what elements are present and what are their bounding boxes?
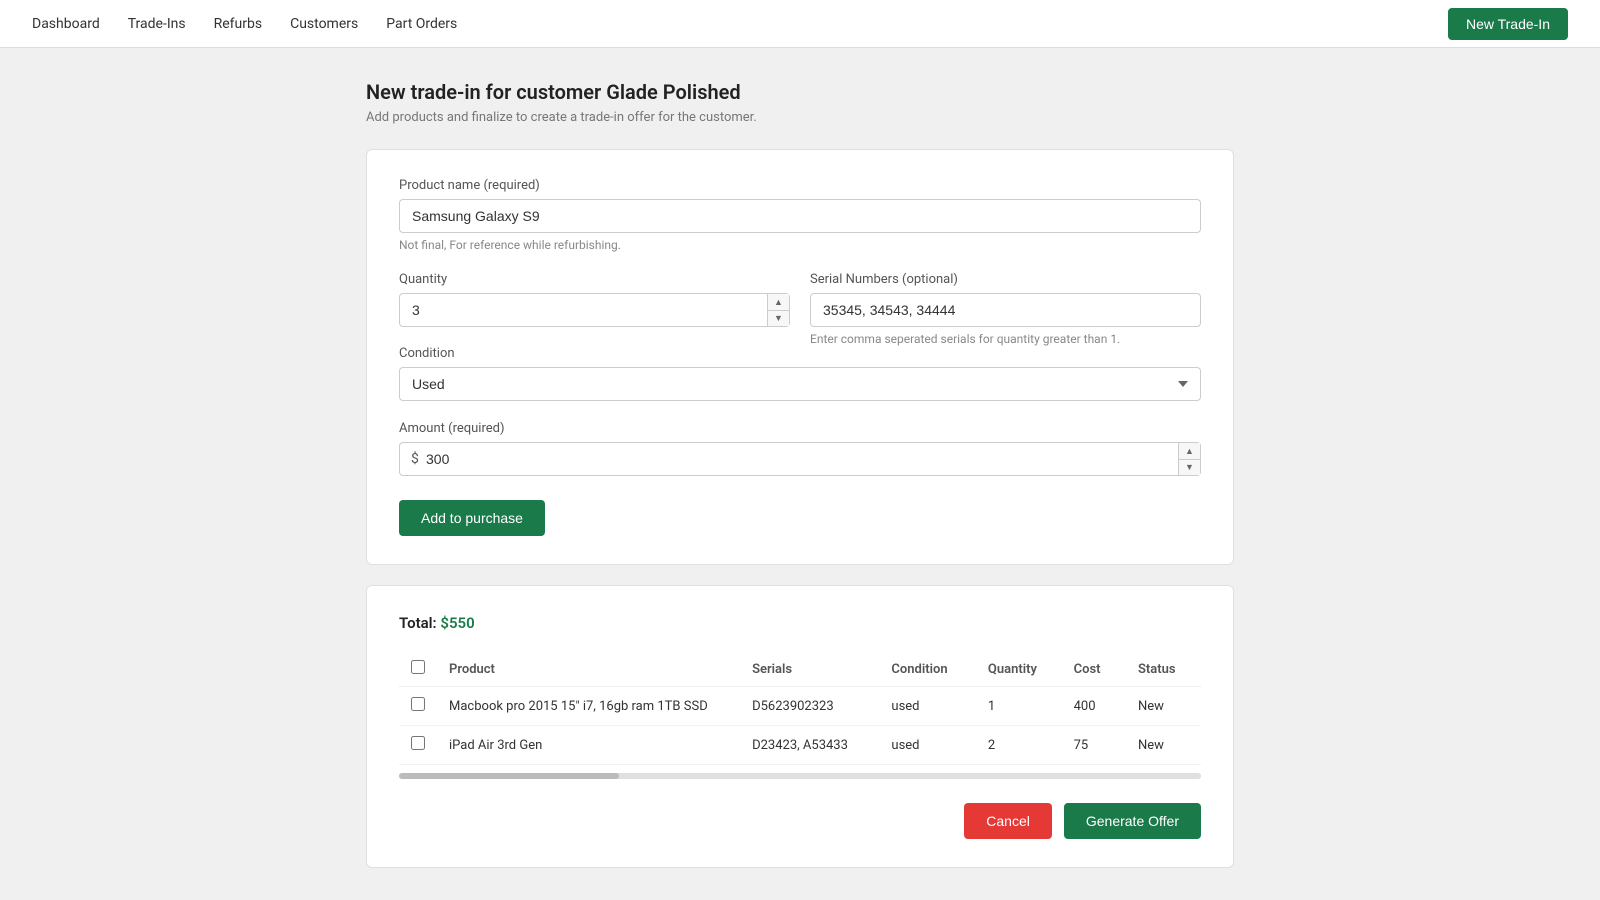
row-quantity-1: 2 [976,726,1062,765]
nav-part-orders[interactable]: Part Orders [386,16,457,32]
serial-group: Serial Numbers (optional) Enter comma se… [810,272,1201,346]
col-status-header: Status [1126,652,1201,687]
scroll-thumb [399,773,619,779]
row-product-1: iPad Air 3rd Gen [437,726,740,765]
quantity-label: Quantity [399,272,790,287]
amount-input[interactable] [399,442,1201,476]
total-text: Total: [399,614,437,632]
amount-label: Amount (required) [399,421,1201,436]
quantity-increment[interactable]: ▲ [768,294,789,311]
product-name-input[interactable] [399,199,1201,233]
col-quantity-header: Quantity [976,652,1062,687]
nav-customers[interactable]: Customers [290,16,358,32]
col-serials-header: Serials [740,652,879,687]
table-header: Product Serials Condition Quantity Cost … [399,652,1201,687]
row-condition-0: used [879,687,975,726]
row-checkbox-cell [399,687,437,726]
row-checkbox-1[interactable] [411,736,425,750]
items-table: Product Serials Condition Quantity Cost … [399,652,1201,765]
row-product-0: Macbook pro 2015 15" i7, 16gb ram 1TB SS… [437,687,740,726]
amount-decrement[interactable]: ▼ [1179,460,1200,476]
nav-dashboard[interactable]: Dashboard [32,16,100,32]
scroll-bar[interactable] [399,773,1201,779]
col-product-header: Product [437,652,740,687]
table-row: iPad Air 3rd Gen D23423, A53433 used 2 7… [399,726,1201,765]
table-body: Macbook pro 2015 15" i7, 16gb ram 1TB SS… [399,687,1201,765]
nav-trade-ins[interactable]: Trade-Ins [128,16,186,32]
header-checkbox-cell [399,652,437,687]
amount-prefix: $ [411,451,419,467]
row-serials-0: D5623902323 [740,687,879,726]
col-cost-header: Cost [1062,652,1126,687]
generate-offer-button[interactable]: Generate Offer [1064,803,1201,839]
row-cost-1: 75 [1062,726,1126,765]
amount-spinners: ▲ ▼ [1178,443,1200,475]
card-footer: Cancel Generate Offer [399,791,1201,839]
navbar: Dashboard Trade-Ins Refurbs Customers Pa… [0,0,1600,48]
summary-card: Total: $550 Product Serials Condition Qu… [366,585,1234,868]
cancel-button[interactable]: Cancel [964,803,1052,839]
form-card: Product name (required) Not final, For r… [366,149,1234,565]
quantity-decrement[interactable]: ▼ [768,311,789,327]
row-status-1: New [1126,726,1201,765]
nav-refurbs[interactable]: Refurbs [214,16,262,32]
condition-group: Condition New Used Damaged For Parts [399,346,1201,401]
amount-group: Amount (required) $ ▲ ▼ [399,421,1201,476]
total-label: Total: $550 [399,614,1201,632]
table-row: Macbook pro 2015 15" i7, 16gb ram 1TB SS… [399,687,1201,726]
row-serials-1: D23423, A53433 [740,726,879,765]
product-name-hint: Not final, For reference while refurbish… [399,238,1201,252]
qty-serial-row: Quantity ▲ ▼ Serial Numbers (optional) E… [399,272,1201,346]
page-title: New trade-in for customer Glade Polished [366,80,1234,104]
serial-numbers-label: Serial Numbers (optional) [810,272,1201,287]
quantity-group: Quantity ▲ ▼ [399,272,790,346]
select-all-checkbox[interactable] [411,660,425,674]
row-checkbox-0[interactable] [411,697,425,711]
quantity-spinner-wrap: ▲ ▼ [399,293,790,327]
product-name-group: Product name (required) Not final, For r… [399,178,1201,252]
total-amount: $550 [440,614,474,632]
row-quantity-0: 1 [976,687,1062,726]
product-name-label: Product name (required) [399,178,1201,193]
quantity-spinners: ▲ ▼ [767,294,789,326]
condition-select[interactable]: New Used Damaged For Parts [399,367,1201,401]
add-to-purchase-button[interactable]: Add to purchase [399,500,545,536]
serial-numbers-input[interactable] [810,293,1201,327]
row-condition-1: used [879,726,975,765]
new-tradein-button[interactable]: New Trade-In [1448,8,1568,40]
nav-links: Dashboard Trade-Ins Refurbs Customers Pa… [32,16,457,32]
amount-wrap: $ ▲ ▼ [399,442,1201,476]
row-status-0: New [1126,687,1201,726]
condition-label: Condition [399,346,1201,361]
amount-increment[interactable]: ▲ [1179,443,1200,460]
page-content: New trade-in for customer Glade Polished… [350,80,1250,868]
page-subtitle: Add products and finalize to create a tr… [366,110,1234,125]
col-condition-header: Condition [879,652,975,687]
row-checkbox-cell [399,726,437,765]
quantity-input[interactable] [399,293,790,327]
row-cost-0: 400 [1062,687,1126,726]
items-table-wrap: Product Serials Condition Quantity Cost … [399,652,1201,783]
serial-numbers-hint: Enter comma seperated serials for quanti… [810,332,1201,346]
